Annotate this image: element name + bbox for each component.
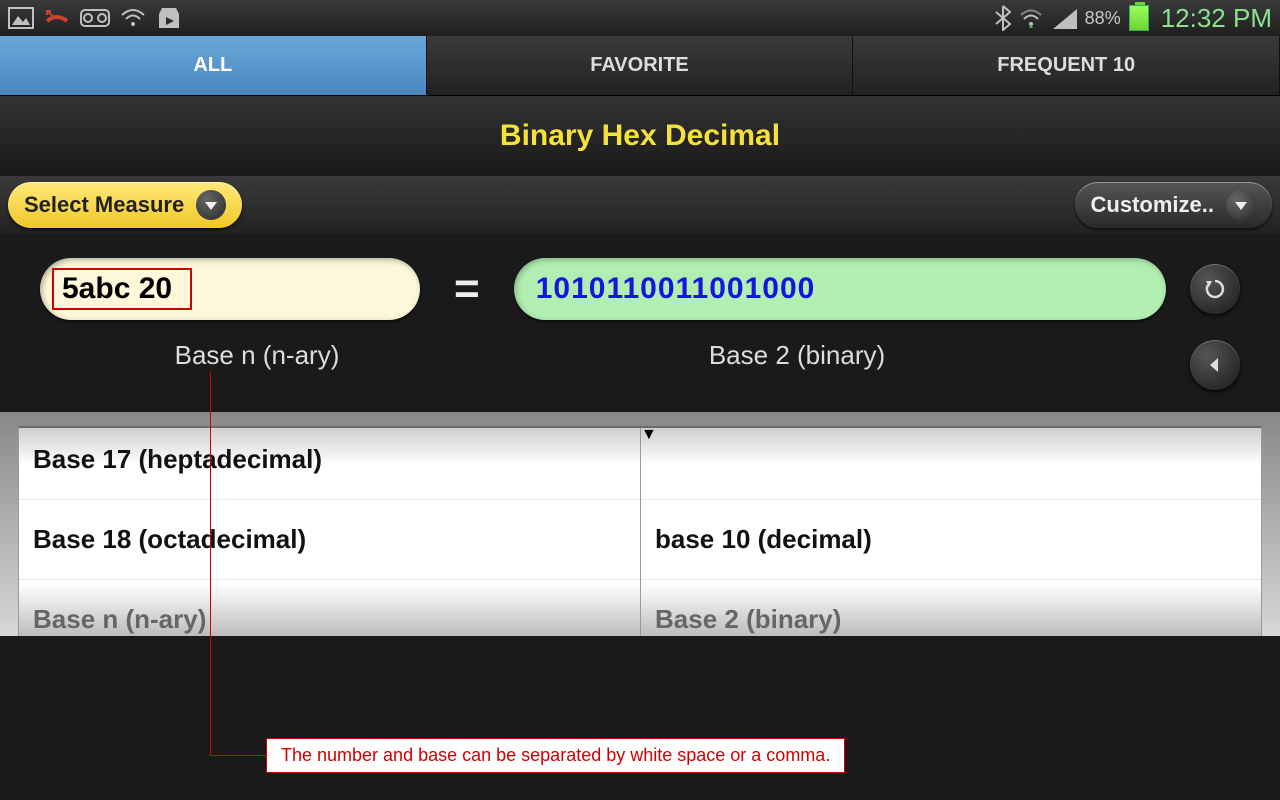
controls-row: Select Measure Customize.. [0,176,1280,234]
callout-leader-vertical [210,371,211,755]
output-value: 1010110011001000 [536,272,816,306]
base-picker-area: Base 17 (heptadecimal) Base 18 (octadeci… [0,412,1280,636]
chevron-left-icon [1206,356,1224,374]
customize-button[interactable]: Customize.. [1075,182,1272,228]
tab-favorite[interactable]: FAVORITE [427,36,854,95]
battery-percent: 88% [1085,8,1121,29]
wifi-icon [120,7,146,29]
signal-icon [1051,7,1077,29]
input-value: 5abc 20 [62,272,172,306]
callout-leader-horizontal [210,755,266,756]
status-right: 88% 12:32 PM [995,3,1272,34]
battery-icon [1129,5,1149,31]
tab-bar: ALL FAVORITE FREQUENT 10 [0,36,1280,96]
conversion-row: 5abc 20 = 1010110011001000 [0,234,1280,330]
chevron-down-icon [196,190,226,220]
customize-label: Customize.. [1091,192,1214,218]
wifi-status-icon [1019,8,1043,28]
page-title-row: Binary Hex Decimal [0,96,1280,176]
output-base-label: Base 2 (binary) [474,340,1190,390]
back-button[interactable] [1190,340,1240,390]
input-value-box: 5abc 20 [52,268,192,310]
clock: 12:32 PM [1161,3,1272,34]
triangle-down-icon: ▼ [641,426,657,444]
status-left [8,6,182,30]
picker-right-col[interactable]: ▼ base 10 (decimal) Base 2 (binary) [640,428,1261,636]
chevron-down-icon [1226,190,1256,220]
input-field[interactable]: 5abc 20 [40,258,420,320]
page-title: Binary Hex Decimal [500,119,780,153]
select-measure-button[interactable]: Select Measure [8,182,242,228]
callout-annotation: The number and base can be separated by … [266,738,845,773]
play-store-icon [156,6,182,30]
tab-all[interactable]: ALL [0,36,427,95]
list-item[interactable]: Base 2 (binary) [641,580,1261,636]
status-bar: 88% 12:32 PM [0,0,1280,36]
missed-call-icon [44,7,70,29]
bluetooth-icon [995,5,1011,31]
refresh-icon [1204,278,1226,300]
input-base-label: Base n (n-ary) [40,340,474,390]
labels-row: Base n (n-ary) Base 2 (binary) [0,330,1280,412]
voicemail-icon [80,9,110,27]
gallery-icon [8,7,34,29]
select-measure-label: Select Measure [24,192,184,218]
refresh-button[interactable] [1190,264,1240,314]
list-item[interactable]: Base 18 (octadecimal) [19,500,640,580]
list-item[interactable]: base 10 (decimal) [641,500,1261,580]
list-item[interactable]: Base n (n-ary) [19,580,640,636]
list-item[interactable]: Base 17 (heptadecimal) [19,426,640,500]
tab-frequent[interactable]: FREQUENT 10 [853,36,1280,95]
base-picker: Base 17 (heptadecimal) Base 18 (octadeci… [18,426,1262,636]
list-item[interactable]: ▼ [641,426,1261,500]
picker-left-col[interactable]: Base 17 (heptadecimal) Base 18 (octadeci… [19,428,640,636]
equals-sign: = [444,264,490,314]
output-field[interactable]: 1010110011001000 [514,258,1166,320]
